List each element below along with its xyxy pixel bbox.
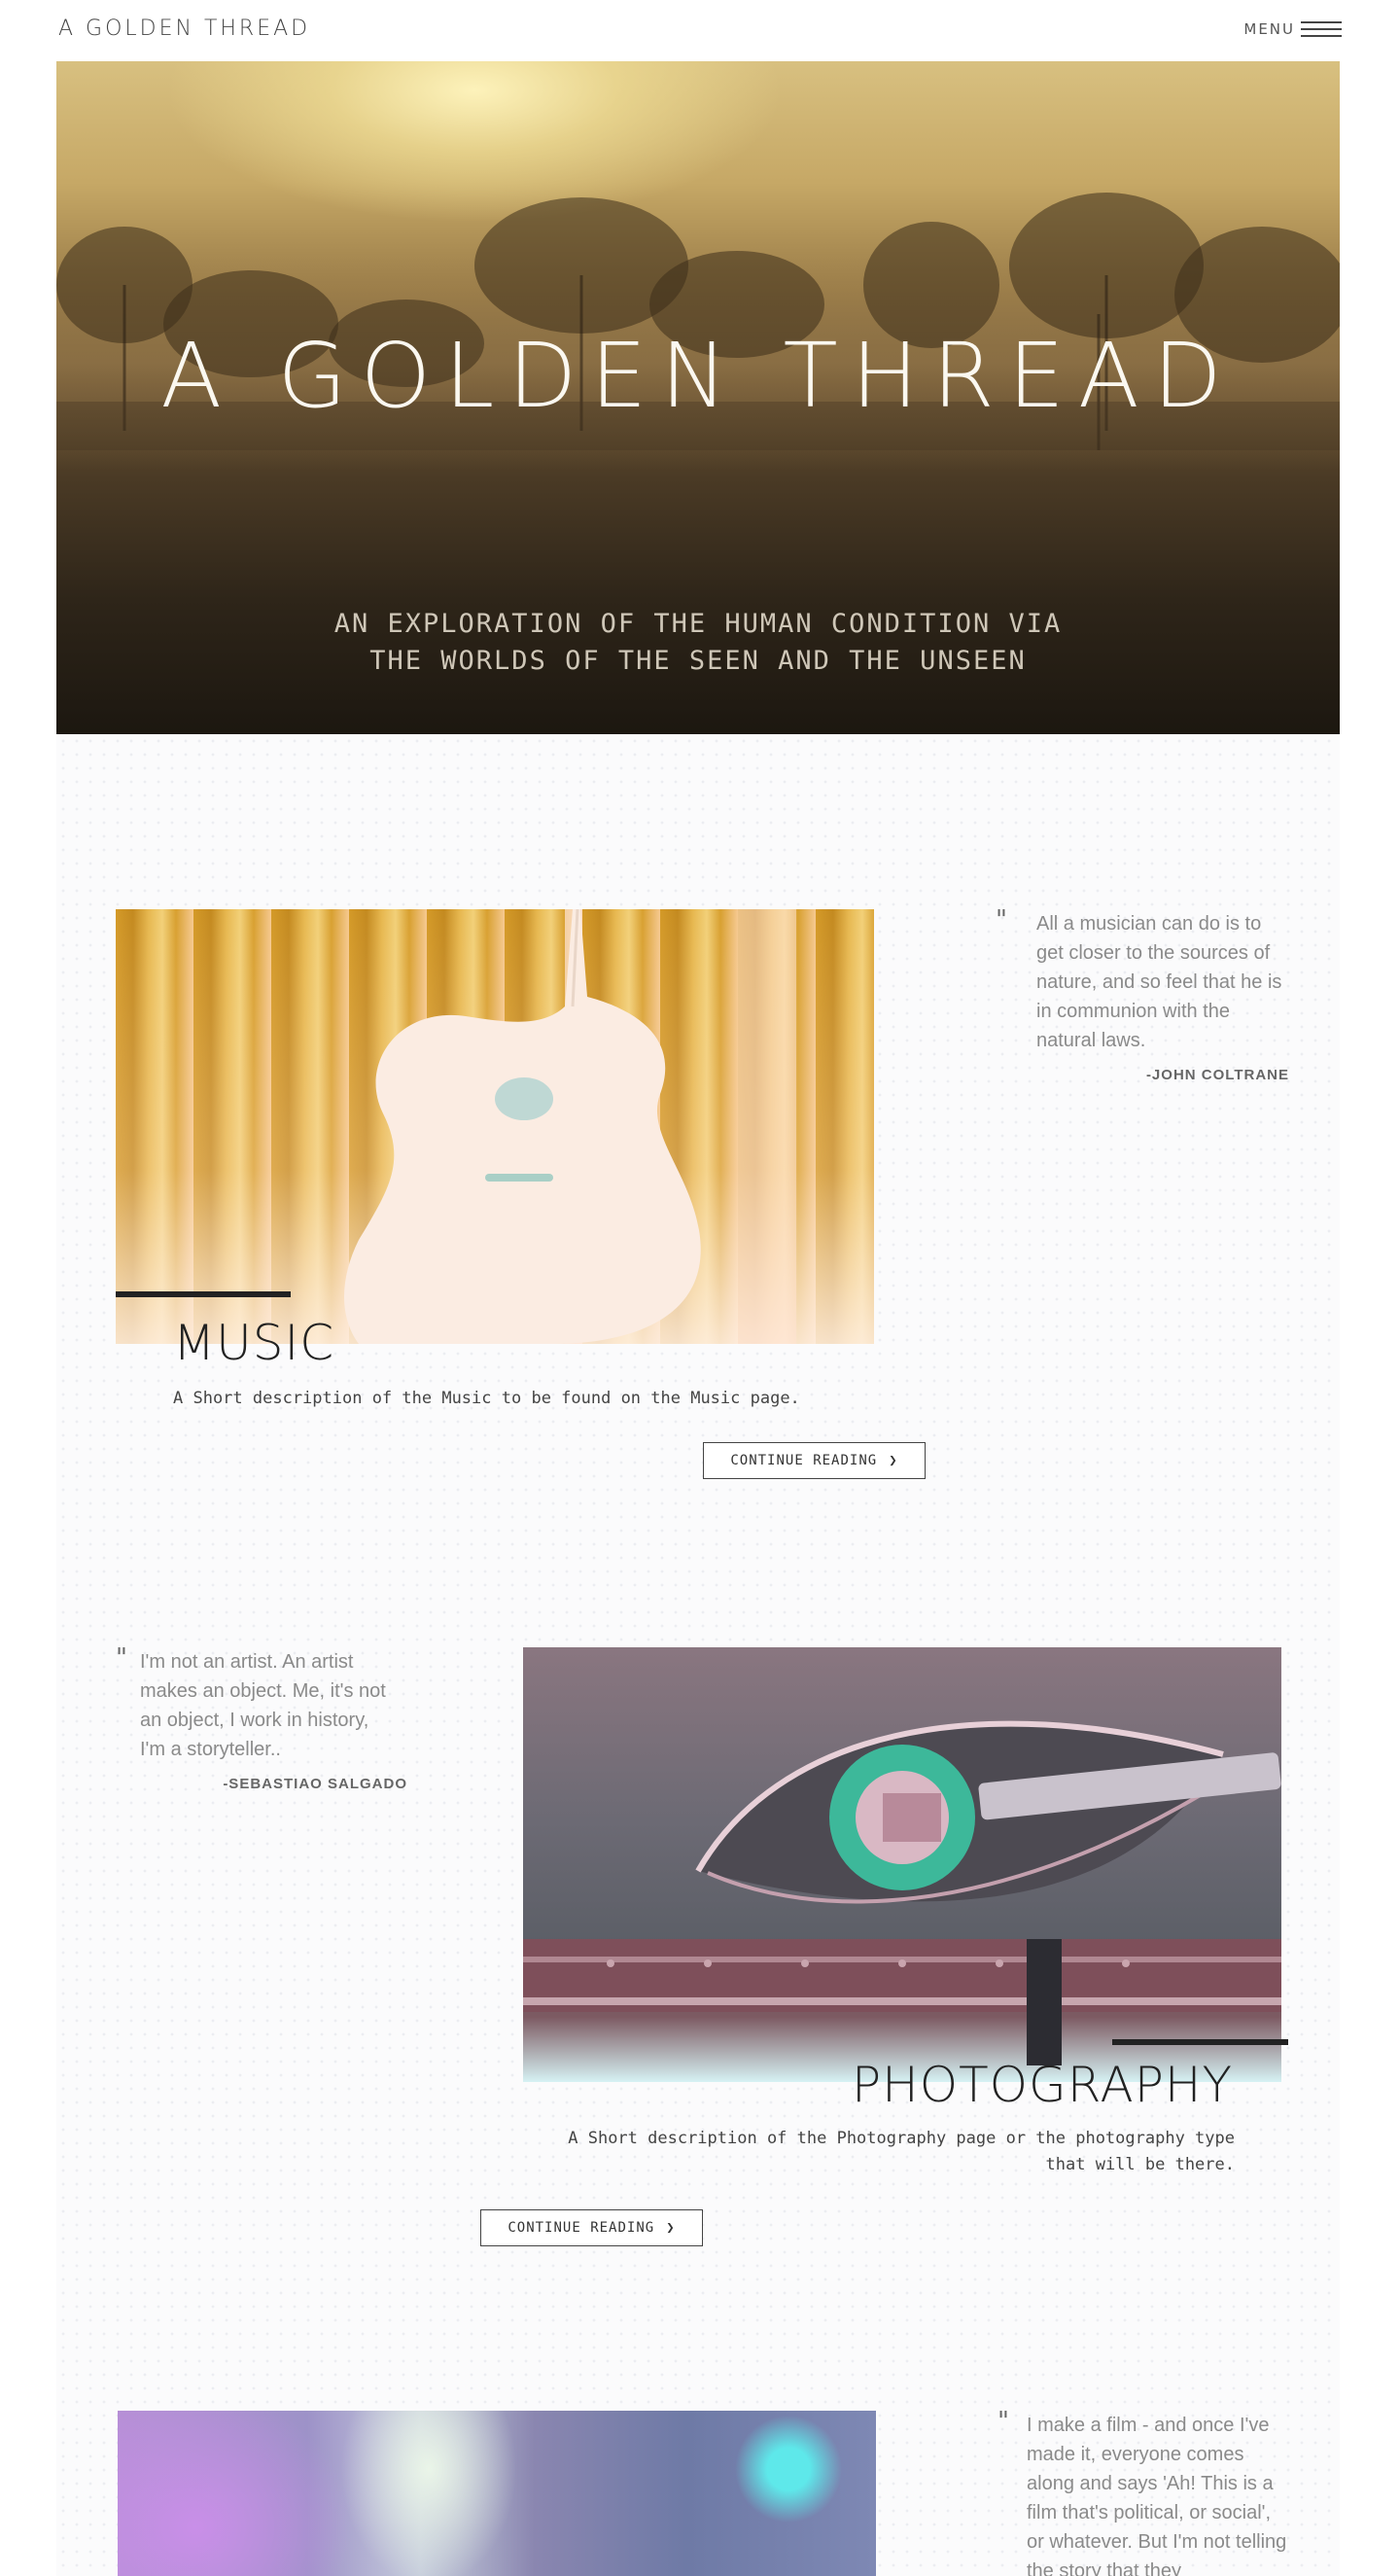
photography-continue-button[interactable]: CONTINUE READING ❯	[480, 2209, 703, 2246]
film-image[interactable]	[118, 2411, 876, 2576]
photography-title: PHOTOGRAPHY	[852, 2057, 1233, 2113]
photography-image[interactable]	[523, 1647, 1281, 2082]
quote-mark-icon: "	[998, 2411, 1009, 2436]
chevron-right-icon: ❯	[666, 2220, 676, 2236]
quote-author: -SEBASTIAO SALGADO	[223, 1776, 407, 1792]
hamburger-icon[interactable]	[1301, 19, 1342, 39]
photography-continue-label: CONTINUE READING	[508, 2220, 655, 2236]
photography-description: A Short description of the Photography p…	[568, 2129, 1235, 2174]
quote-mark-icon: "	[996, 905, 1007, 935]
quote-block: " I make a film - and once I've made it,…	[998, 2411, 1289, 2576]
quote-text: All a musician can do is to get closer t…	[1036, 913, 1282, 1051]
music-continue-label: CONTINUE READING	[730, 1453, 878, 1468]
music-description: A Short description of the Music to be f…	[173, 1389, 800, 1408]
site-logo[interactable]: A GOLDEN THREAD	[58, 17, 310, 41]
hero-title: A GOLDEN THREAD	[160, 324, 1236, 428]
quote-author: -JOHN COLTRANE	[1145, 1067, 1289, 1083]
menu-label[interactable]: MENU	[1243, 20, 1295, 38]
music-title: MUSIC	[173, 1315, 335, 1371]
photography-accent-bar	[1112, 2039, 1288, 2045]
eye-illustration	[523, 1720, 1281, 2065]
guitar-illustration	[344, 909, 796, 1344]
quote-text: I'm not an artist. An artist makes an ob…	[140, 1651, 386, 1760]
music-accent-bar	[116, 1291, 291, 1297]
music-continue-button[interactable]: CONTINUE READING ❯	[703, 1442, 926, 1479]
chevron-right-icon: ❯	[889, 1453, 898, 1468]
quote-mark-icon: "	[116, 1643, 127, 1673]
hero-subtitle: AN EXPLORATION OF THE HUMAN CONDITION VI…	[333, 609, 1063, 676]
hero-banner: A GOLDEN THREAD AN EXPLORATION OF THE HU…	[56, 61, 1340, 734]
quote-block: " I'm not an artist. An artist makes an …	[116, 1643, 407, 1792]
site-header: A GOLDEN THREAD MENU	[0, 0, 1400, 60]
quote-block: " All a musician can do is to get closer…	[996, 905, 1289, 1083]
music-image[interactable]	[116, 909, 874, 1344]
quote-text: I make a film - and once I've made it, e…	[1027, 2415, 1287, 2576]
